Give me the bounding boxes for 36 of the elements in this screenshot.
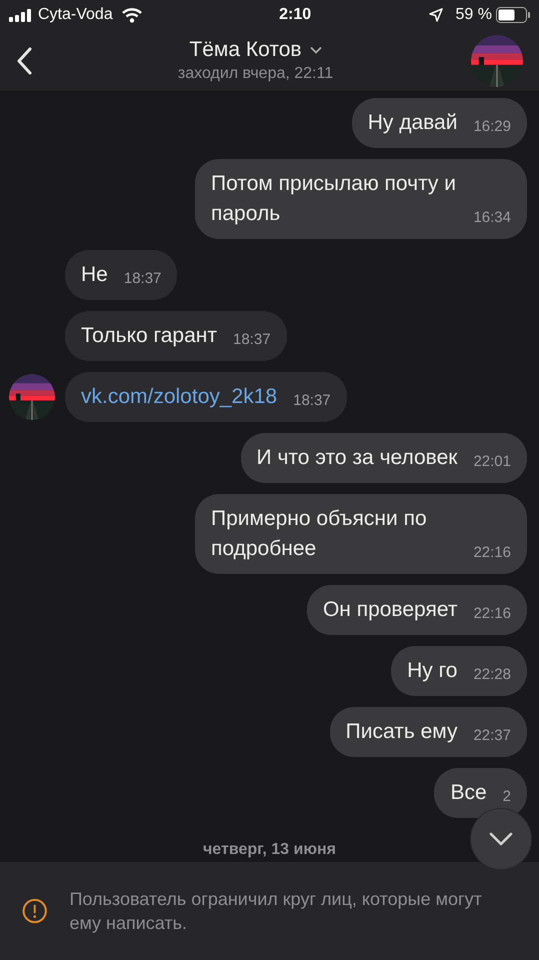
chevron-down-icon [310,46,322,54]
message-time: 18:37 [293,391,331,411]
carrier-name: Cyta-Voda [38,5,113,25]
message-text: Писать ему [346,720,458,743]
message-text: Ну го [407,659,458,682]
message-text: И что это за человек [256,446,458,469]
location-arrow-icon [428,8,443,22]
date-separator: четверг, 13 июня [203,840,336,860]
message-time: 18:37 [233,330,271,350]
message-time: 22:16 [473,543,511,563]
last-seen-status: заходил вчера, 22:11 [178,64,334,84]
message-time: 22:37 [473,726,511,746]
message-text: Ну давай [368,111,458,134]
message-link[interactable]: vk.com/zolotoy_2k18 [81,385,278,408]
signal-icon [9,8,33,22]
message-text: Только гарант [81,324,217,347]
clock-time: 2:10 [278,5,312,25]
battery-percent: 59 % [456,5,492,25]
message-text: Все [450,781,487,804]
wifi-icon [122,8,142,22]
restriction-notice: Пользователь ограничил круг лиц, которые могут ему написать. [69,888,483,935]
contact-name[interactable]: Тёма Котов [189,36,302,62]
battery-icon [496,7,530,23]
message-text: Он проверяет [322,598,458,621]
back-chevron-icon [16,46,32,74]
message-text: Потом присылаю почту и пароль [211,172,456,225]
message-time: 22:01 [473,452,511,472]
message-time: 16:29 [473,117,511,137]
chevron-down-icon [489,832,513,846]
message-text: Не [81,263,108,286]
message-time: 2 [502,787,511,807]
message-time: 18:37 [124,269,162,289]
message-text: Примерно объясни по подробнее [211,507,427,560]
message-time: 22:16 [473,604,511,624]
message-time: 16:34 [473,208,511,228]
message-time: 22:28 [473,665,511,685]
